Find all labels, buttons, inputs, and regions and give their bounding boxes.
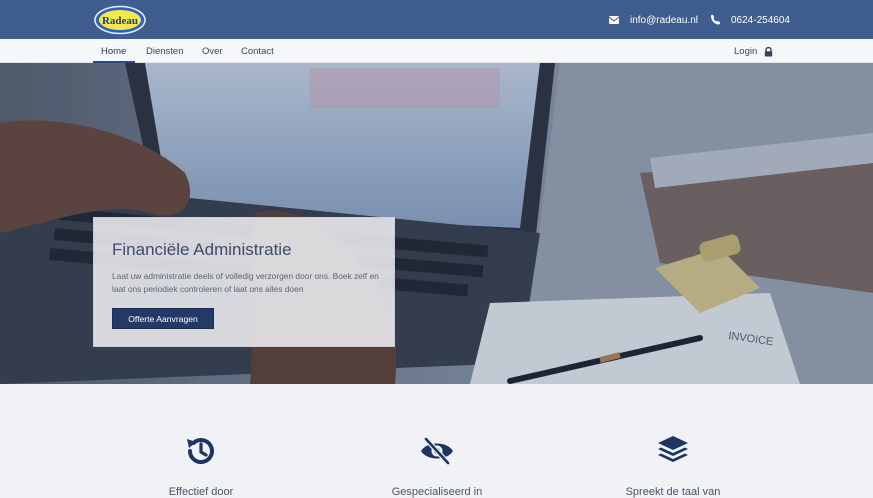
- hero-title: Financiële Administratie: [112, 240, 292, 259]
- svg-text:Radeau: Radeau: [102, 15, 138, 27]
- hero-description: Laat uw administratie deels of volledig …: [112, 271, 379, 294]
- layers-icon: [658, 436, 688, 462]
- main-navbar: Home Diensten Over Contact Login: [0, 39, 873, 63]
- phone-contact[interactable]: 0624-254604: [709, 14, 790, 26]
- nav-over[interactable]: Over: [202, 46, 223, 57]
- nav-contact[interactable]: Contact: [241, 46, 274, 57]
- phone-icon: [711, 14, 721, 25]
- hero-card: Financiële Administratie Laat uw adminis…: [93, 217, 395, 347]
- feature-effectief[interactable]: Effectief door: [101, 434, 301, 498]
- features-section: Effectief door Gespecialiseerd in Spreek…: [0, 384, 873, 498]
- feature-gespecialiseerd[interactable]: Gespecialiseerd in: [337, 434, 537, 498]
- nav-home[interactable]: Home: [101, 46, 126, 57]
- login-link[interactable]: Login: [734, 46, 773, 57]
- feature-label-taal: Spreekt de taal van: [625, 486, 721, 498]
- envelope-icon: [608, 16, 620, 24]
- history-icon: [187, 438, 214, 465]
- feature-taal[interactable]: Spreekt de taal van: [573, 434, 773, 498]
- email-contact[interactable]: info@radeau.nl: [608, 14, 698, 26]
- lock-icon: [765, 46, 773, 56]
- login-label: Login: [734, 46, 758, 57]
- feature-label-effectief: Effectief door: [168, 486, 234, 498]
- email-text[interactable]: info@radeau.nl: [630, 15, 698, 26]
- nav-diensten[interactable]: Diensten: [146, 46, 184, 57]
- top-bar: Radeau info@radeau.nl 0624-254604: [0, 0, 873, 39]
- request-quote-button[interactable]: Offerte Aanvragen: [112, 308, 214, 329]
- radeau-logo[interactable]: Radeau: [94, 5, 146, 35]
- feature-label-gespecialiseerd: Gespecialiseerd in: [391, 486, 483, 498]
- phone-text[interactable]: 0624-254604: [731, 15, 790, 26]
- eye-slash-icon: [421, 437, 453, 465]
